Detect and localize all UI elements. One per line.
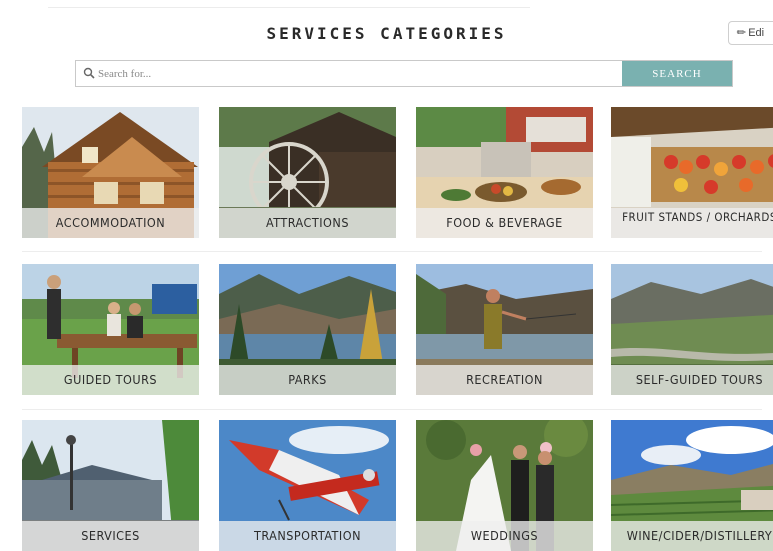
search-icon bbox=[83, 67, 95, 79]
top-divider bbox=[48, 7, 530, 8]
category-tile-food-beverage[interactable]: FOOD & BEVERAGE bbox=[416, 107, 593, 238]
category-tile-fruit-stands[interactable]: FRUIT STANDS / ORCHARDS bbox=[611, 107, 773, 238]
tile-label: RECREATION bbox=[416, 365, 593, 395]
tile-label: GUIDED TOURS bbox=[22, 365, 199, 395]
row-divider bbox=[22, 409, 762, 410]
category-tile-accommodation[interactable]: ACCOMMODATION bbox=[22, 107, 199, 238]
tile-label: PARKS bbox=[219, 365, 396, 395]
search-bar: SEARCH bbox=[75, 60, 733, 87]
search-button[interactable]: SEARCH bbox=[622, 61, 732, 86]
tile-label: TRANSPORTATION bbox=[219, 521, 396, 551]
category-tile-self-guided-tours[interactable]: SELF-GUIDED TOURS bbox=[611, 264, 773, 395]
category-tile-attractions[interactable]: ATTRACTIONS bbox=[219, 107, 396, 238]
search-input[interactable] bbox=[98, 61, 618, 86]
category-tile-wine-cider-distillery[interactable]: WINE/CIDER/DISTILLERY bbox=[611, 420, 773, 551]
category-tile-recreation[interactable]: RECREATION bbox=[416, 264, 593, 395]
tile-label: SELF-GUIDED TOURS bbox=[611, 365, 773, 395]
category-tile-transportation[interactable]: TRANSPORTATION bbox=[219, 420, 396, 551]
tile-label: FOOD & BEVERAGE bbox=[416, 208, 593, 238]
row-divider bbox=[22, 251, 762, 252]
category-tile-services[interactable]: SERVICES bbox=[22, 420, 199, 551]
tile-label: ACCOMMODATION bbox=[22, 208, 199, 238]
tile-label: WEDDINGS bbox=[416, 521, 593, 551]
tile-label: SERVICES bbox=[22, 521, 199, 551]
category-tile-guided-tours[interactable]: GUIDED TOURS bbox=[22, 264, 199, 395]
tile-label: FRUIT STANDS / ORCHARDS bbox=[611, 208, 773, 238]
page-title: SERVICES CATEGORIES bbox=[266, 24, 507, 43]
edit-button-label: Edi bbox=[748, 27, 765, 39]
tile-label: ATTRACTIONS bbox=[219, 208, 396, 238]
edit-button[interactable]: ✎Edi bbox=[728, 21, 773, 45]
tile-label: WINE/CIDER/DISTILLERY bbox=[611, 521, 773, 551]
category-tile-parks[interactable]: PARKS bbox=[219, 264, 396, 395]
category-tile-weddings[interactable]: WEDDINGS bbox=[416, 420, 593, 551]
